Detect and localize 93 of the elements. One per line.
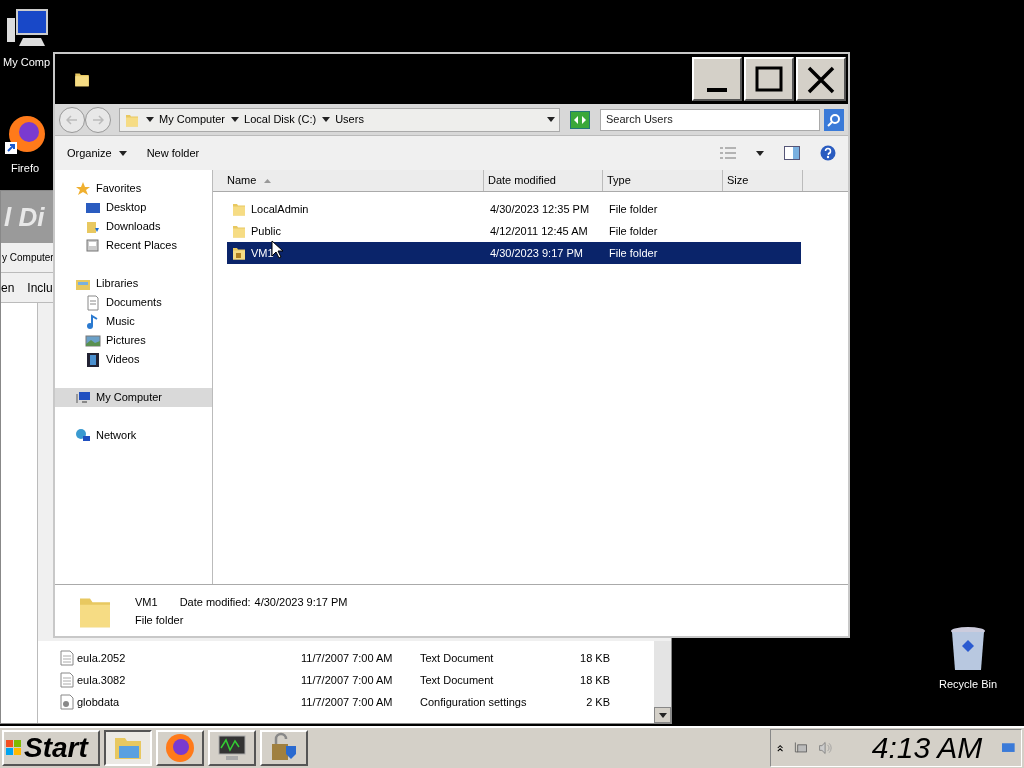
forward-arrow-icon [92,114,104,125]
file-size: 2 KB [585,694,610,710]
caret-icon [118,150,127,156]
caret-icon [322,117,331,122]
scroll-down-button[interactable] [654,707,671,723]
file-type: Text Document [420,672,495,688]
minimize-button[interactable] [692,57,742,101]
picture-icon [85,332,101,349]
search-field[interactable]: Search Users [600,108,820,131]
file-type: Configuration settings [420,694,528,710]
close-icon [805,64,837,94]
nav-item[interactable]: Desktop [55,198,212,217]
file-name[interactable]: eula.3082 [74,671,301,689]
minimize-icon [707,88,727,92]
film-icon [85,351,101,368]
refresh-icon [573,114,587,125]
folder-icon [73,70,91,88]
taskbar-button[interactable] [104,730,152,766]
toolbar-button[interactable]: New folder [146,144,200,162]
item-type: File folder [135,612,185,628]
toolbar-item[interactable]: en [1,278,15,297]
mouse-cursor-icon [271,240,283,259]
back-arrow-icon [66,114,78,125]
help-icon[interactable] [820,145,836,161]
menu-button[interactable]: Organize [67,144,127,162]
close-button[interactable] [796,57,846,101]
refresh-button[interactable] [570,110,590,129]
file-row[interactable]: LocalAdmin 4/30/2023 12:35 PM File folder [227,198,801,220]
maximize-icon [753,64,785,94]
file-date: 11/7/2007 7:00 AM [301,650,394,666]
text-file-icon [60,672,74,688]
sort-arrow-icon [264,178,272,183]
document-icon [85,294,101,311]
breadcrumb-item[interactable]: My Computer [159,111,226,128]
network-icon[interactable] [793,740,808,756]
column-header[interactable]: Type [603,170,723,191]
nav-item[interactable]: Recent Places [55,236,212,255]
caret-icon [231,117,240,122]
star-icon [75,180,91,197]
start-button[interactable]: Start [2,730,100,766]
settings-file-icon [60,694,74,710]
nav-item[interactable]: Pictures [55,331,212,350]
file-type: Text Document [420,650,495,666]
windows-logo-icon [6,740,22,756]
nav-item[interactable]: Documents [55,293,212,312]
clock[interactable]: 4:13 AM [871,733,983,763]
toolbar-item[interactable]: Inclu [27,278,53,297]
column-header[interactable]: Name [213,170,484,191]
file-name[interactable]: globdata [74,693,301,711]
caret-icon [547,117,555,122]
scrollbar[interactable] [654,641,671,723]
search-button[interactable] [824,108,844,131]
chevron-up-icon[interactable] [777,743,784,753]
computer-icon [75,389,91,406]
date-value: 4/30/2023 9:17 PM [254,594,348,610]
caret-icon [146,117,154,122]
desktop-icon-label[interactable]: My Comp [3,54,51,70]
file-name[interactable]: eula.2052 [74,649,301,667]
file-row[interactable]: VM1 4/30/2023 9:17 PM File folder [227,242,801,264]
nav-item[interactable]: Downloads [55,217,212,236]
breadcrumb-item[interactable]: Local Disk (C:) [244,111,317,128]
nav-item[interactable]: Music [55,312,212,331]
nav-item[interactable]: Videos [55,350,212,369]
desktop-icon-label[interactable]: Firefo [10,160,40,176]
file-size: 18 KB [579,650,610,666]
search-icon [827,112,841,127]
address-bar[interactable]: My Computer Local Disk (C:) Users [119,107,560,132]
preview-pane-icon[interactable] [784,146,800,160]
firefox-icon [164,732,196,764]
caret-icon [756,150,764,156]
breadcrumb-item[interactable]: Users [335,111,364,128]
text-file-icon [60,650,74,666]
globe-computer-icon [75,427,91,444]
window-heading: l Di [3,204,45,230]
file-row[interactable]: Public 4/12/2011 12:45 AM File folder [227,220,801,242]
column-header[interactable]: Date modified [484,170,603,191]
show-desktop-icon[interactable] [1002,741,1015,755]
maximize-button[interactable] [744,57,794,101]
nav-item[interactable]: Network [55,426,212,445]
breadcrumb-item[interactable]: y Computer [1,250,54,265]
nav-item[interactable]: My Computer [55,388,212,407]
file-date: 11/7/2007 7:00 AM [301,672,394,688]
caret-icon [658,712,667,718]
date-label: Date modified: [179,594,251,610]
item-name: VM1 [135,594,158,610]
recent-places-icon [85,237,101,254]
nav-item[interactable]: Libraries [55,274,212,293]
desktop-icon-label[interactable]: Recycle Bin [939,676,998,692]
file-date: 11/7/2007 7:00 AM [301,694,394,710]
file-size: 18 KB [579,672,610,688]
column-header[interactable]: Size [723,170,803,191]
recycle-bin-icon [950,626,987,672]
nav-item[interactable]: Favorites [55,179,212,198]
